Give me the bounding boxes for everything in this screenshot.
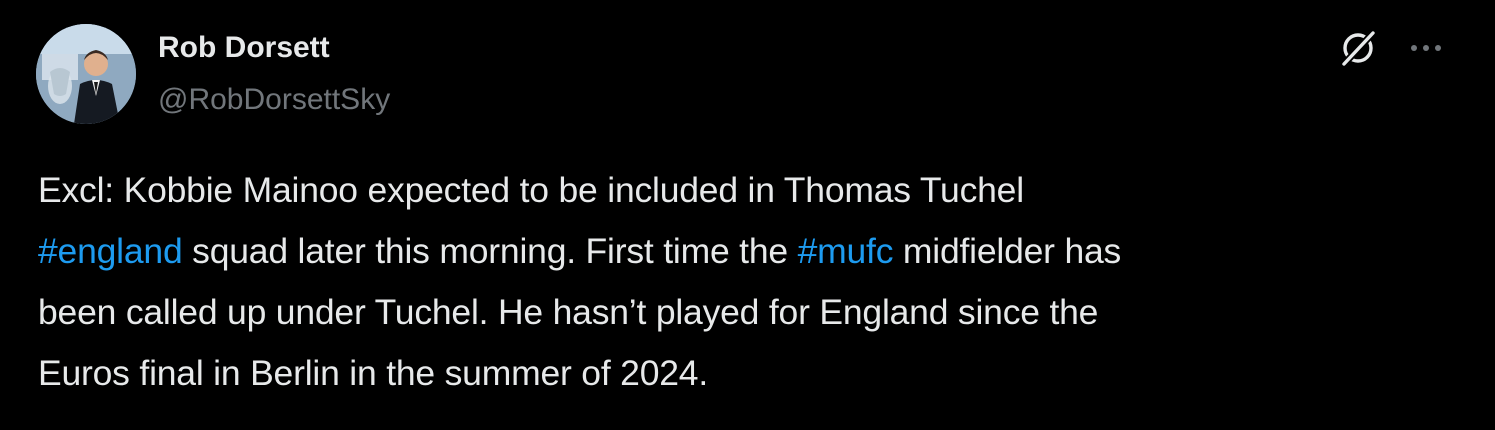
tweet-text-segment: squad later this morning. First time the <box>182 231 798 271</box>
avatar[interactable] <box>36 24 136 124</box>
more-options-icon[interactable] <box>1404 30 1448 66</box>
tweet-line: been called up under Tuchel. He hasn’t p… <box>38 292 1099 332</box>
grok-icon[interactable] <box>1336 26 1380 70</box>
hashtag-england-link[interactable]: #england <box>38 231 183 271</box>
tweet-line: Excl: Kobbie Mainoo expected to be inclu… <box>38 170 1024 210</box>
tweet-text: Excl: Kobbie Mainoo expected to be inclu… <box>38 160 1458 404</box>
tweet-card: Rob Dorsett @RobDorsettSky Excl: Kobbie … <box>0 0 1495 430</box>
tweet-line: #england squad later this morning. First… <box>38 221 1458 282</box>
author-name[interactable]: Rob Dorsett <box>158 30 330 66</box>
author-handle[interactable]: @RobDorsettSky <box>158 82 390 118</box>
hashtag-mufc-link[interactable]: #mufc <box>798 231 894 271</box>
tweet-line: Euros final in Berlin in the summer of 2… <box>38 353 708 393</box>
tweet-text-segment: midfielder has <box>893 231 1122 271</box>
